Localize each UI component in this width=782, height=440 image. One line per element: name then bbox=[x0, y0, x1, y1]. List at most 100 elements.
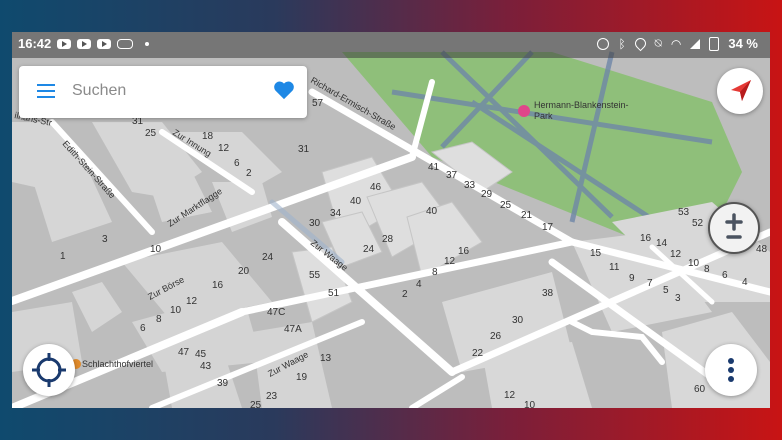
house-number: 9 bbox=[629, 273, 635, 284]
phone-screen: Richard-Ermisch-Straße ilhans-Str Edith-… bbox=[12, 32, 770, 408]
youtube-icon bbox=[57, 38, 72, 49]
house-number: 40 bbox=[426, 206, 438, 217]
house-number: 41 bbox=[428, 162, 440, 173]
locate-me-button[interactable] bbox=[23, 344, 75, 396]
house-number: 18 bbox=[202, 131, 214, 142]
house-number: 52 bbox=[692, 218, 704, 229]
compass-button[interactable] bbox=[717, 68, 763, 114]
house-number: 25 bbox=[250, 400, 262, 408]
house-number: 39 bbox=[217, 378, 229, 389]
house-number: 11 bbox=[609, 262, 620, 273]
house-number: 20 bbox=[238, 266, 250, 277]
search-bar[interactable]: Suchen bbox=[19, 66, 307, 118]
house-number: 37 bbox=[446, 170, 458, 181]
house-number: 45 bbox=[195, 349, 207, 360]
youtube-icon bbox=[97, 38, 112, 49]
house-number: 16 bbox=[640, 233, 652, 244]
house-number: 38 bbox=[542, 288, 554, 299]
house-number: 47A bbox=[284, 324, 302, 335]
house-number: 3 bbox=[102, 234, 108, 245]
zoom-plus-minus-icon bbox=[725, 213, 743, 239]
mute-icon: ⍉ bbox=[654, 36, 662, 50]
house-number: 51 bbox=[328, 288, 340, 299]
house-number: 13 bbox=[320, 353, 332, 364]
house-number: 10 bbox=[688, 258, 700, 269]
house-number: 22 bbox=[472, 348, 484, 359]
media-icon bbox=[117, 38, 134, 49]
house-number: 21 bbox=[521, 210, 533, 221]
status-bar: 16:42 ᛒ ⍉ ◠ 34 % bbox=[12, 32, 770, 58]
house-number: 16 bbox=[212, 280, 224, 291]
house-number: 14 bbox=[656, 238, 668, 249]
house-number: 15 bbox=[590, 248, 602, 259]
dot-icon bbox=[145, 41, 150, 46]
house-number: 60 bbox=[694, 384, 706, 395]
house-number: 28 bbox=[382, 234, 394, 245]
poi-name-line2[interactable]: Park bbox=[534, 111, 553, 121]
house-number: 24 bbox=[363, 244, 375, 255]
house-number: 53 bbox=[678, 207, 690, 218]
house-number: 6 bbox=[140, 323, 146, 334]
more-options-button[interactable] bbox=[705, 344, 757, 396]
house-number: 4 bbox=[742, 277, 748, 288]
house-number: 8 bbox=[156, 314, 162, 325]
status-right: ᛒ ⍉ ◠ 34 % bbox=[597, 35, 758, 52]
house-number: 30 bbox=[309, 218, 321, 229]
house-number: 17 bbox=[542, 222, 554, 233]
house-number: 24 bbox=[262, 252, 274, 263]
house-number: 43 bbox=[200, 361, 212, 372]
house-number: 57 bbox=[312, 98, 324, 109]
house-number: 46 bbox=[370, 182, 382, 193]
house-number: 10 bbox=[524, 400, 536, 408]
location-icon bbox=[632, 35, 648, 52]
alarm-icon bbox=[597, 37, 610, 50]
house-number: 12 bbox=[218, 143, 230, 154]
battery-percent: 34 % bbox=[728, 36, 758, 51]
district-label: Schlachthofviertel bbox=[82, 359, 153, 369]
house-number: 31 bbox=[298, 144, 310, 155]
battery-icon bbox=[709, 36, 720, 51]
house-number: 8 bbox=[432, 267, 438, 278]
signal-icon bbox=[690, 38, 701, 49]
house-number: 33 bbox=[464, 180, 476, 191]
house-number: 12 bbox=[504, 390, 516, 401]
compass-icon bbox=[731, 80, 751, 101]
house-number: 10 bbox=[170, 305, 182, 316]
house-number: 2 bbox=[246, 168, 252, 179]
house-number: 19 bbox=[296, 372, 308, 383]
house-number: 55 bbox=[309, 270, 321, 281]
house-number: 7 bbox=[647, 278, 653, 289]
house-number: 12 bbox=[186, 296, 198, 307]
house-number: 40 bbox=[350, 196, 362, 207]
wifi-icon: ◠ bbox=[670, 36, 682, 51]
status-left: 16:42 bbox=[18, 36, 150, 51]
youtube-icon bbox=[77, 38, 92, 49]
house-number: 10 bbox=[150, 244, 162, 255]
status-time: 16:42 bbox=[18, 36, 52, 51]
house-number: 47C bbox=[267, 307, 285, 318]
house-number: 30 bbox=[512, 315, 524, 326]
park-poi-icon[interactable] bbox=[518, 105, 530, 117]
house-number: 3 bbox=[675, 293, 681, 304]
menu-icon[interactable] bbox=[37, 84, 55, 100]
zoom-button[interactable] bbox=[708, 202, 760, 254]
house-number: 5 bbox=[663, 285, 669, 296]
search-input[interactable]: Suchen bbox=[72, 82, 126, 100]
house-number: 1 bbox=[60, 251, 66, 262]
house-number: 8 bbox=[704, 264, 710, 275]
house-number: 12 bbox=[670, 249, 682, 260]
house-number: 23 bbox=[266, 391, 278, 402]
crosshair-icon bbox=[32, 353, 66, 387]
poi-name-line1[interactable]: Hermann-Blankenstein- bbox=[534, 100, 629, 110]
bluetooth-icon: ᛒ bbox=[618, 36, 626, 51]
house-number: 6 bbox=[722, 270, 728, 281]
house-number: 2 bbox=[402, 289, 408, 300]
house-number: 6 bbox=[234, 158, 240, 169]
house-number: 34 bbox=[330, 208, 342, 219]
more-vert-icon bbox=[728, 358, 734, 382]
house-number: 12 bbox=[444, 256, 456, 267]
house-number: 25 bbox=[145, 128, 157, 139]
favorites-heart-icon[interactable] bbox=[273, 80, 295, 100]
house-number: 26 bbox=[490, 331, 502, 342]
house-number: 29 bbox=[481, 189, 493, 200]
